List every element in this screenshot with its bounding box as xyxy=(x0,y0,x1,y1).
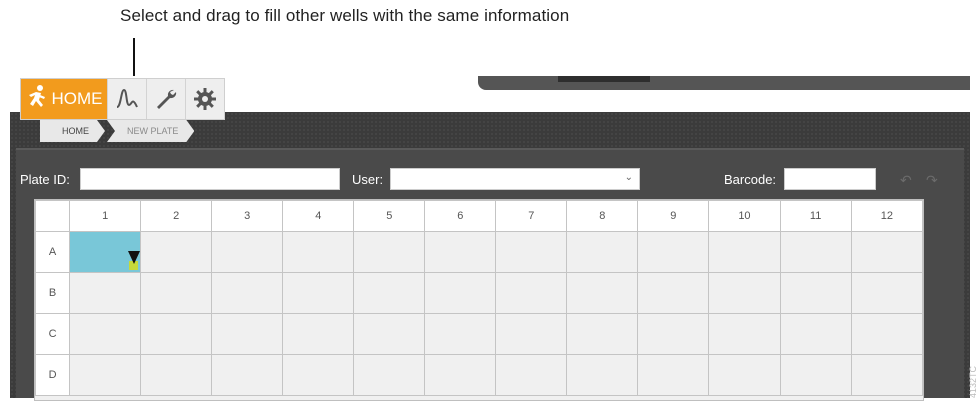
plate-header-row: 1 2 3 4 5 6 7 8 9 10 11 12 xyxy=(34,200,924,232)
column-header[interactable]: 7 xyxy=(495,200,568,232)
well[interactable] xyxy=(353,231,426,273)
well[interactable] xyxy=(495,272,568,314)
well[interactable] xyxy=(495,354,568,396)
plate-row-b: B xyxy=(34,272,924,314)
well[interactable] xyxy=(779,313,852,355)
well[interactable] xyxy=(495,231,568,273)
well[interactable] xyxy=(282,231,355,273)
well[interactable] xyxy=(424,313,497,355)
well[interactable] xyxy=(282,354,355,396)
well[interactable] xyxy=(495,313,568,355)
well[interactable] xyxy=(353,354,426,396)
home-button-label: HOME xyxy=(51,89,103,108)
well[interactable] xyxy=(353,272,426,314)
plate-id-label: Plate ID: xyxy=(20,172,70,187)
well[interactable] xyxy=(850,231,924,273)
row-header[interactable]: D xyxy=(34,354,71,396)
plate-grid: 1 2 3 4 5 6 7 8 9 10 11 12 A B C D xyxy=(34,199,924,401)
well[interactable] xyxy=(779,272,852,314)
row-header[interactable]: B xyxy=(34,272,71,314)
well[interactable] xyxy=(69,272,142,314)
well[interactable] xyxy=(424,272,497,314)
chevron-down-icon: ⌄ xyxy=(624,172,633,183)
plate-info-row: Plate ID: User: ⌄ Barcode: ↶ ↷ xyxy=(16,168,964,192)
gear-icon xyxy=(193,87,217,111)
barcode-input[interactable] xyxy=(784,168,876,190)
well[interactable] xyxy=(850,313,924,355)
well[interactable] xyxy=(140,231,213,273)
well[interactable] xyxy=(69,313,142,355)
row-header[interactable]: A xyxy=(34,231,71,273)
well[interactable] xyxy=(566,354,639,396)
well[interactable] xyxy=(708,313,781,355)
well[interactable] xyxy=(708,272,781,314)
well[interactable] xyxy=(140,313,213,355)
row-header[interactable]: C xyxy=(34,313,71,355)
column-header[interactable]: 8 xyxy=(566,200,639,232)
column-header[interactable]: 2 xyxy=(140,200,213,232)
well[interactable] xyxy=(708,231,781,273)
well[interactable] xyxy=(282,313,355,355)
user-select[interactable]: ⌄ xyxy=(390,168,640,190)
breadcrumb-home[interactable]: HOME xyxy=(40,120,105,142)
well[interactable] xyxy=(140,272,213,314)
well[interactable] xyxy=(637,313,710,355)
barcode-label: Barcode: xyxy=(724,172,777,187)
well[interactable] xyxy=(566,313,639,355)
plate-corner-cell xyxy=(34,200,71,232)
column-header[interactable]: 12 xyxy=(850,200,924,232)
well[interactable] xyxy=(282,272,355,314)
runner-icon xyxy=(26,84,48,115)
well[interactable] xyxy=(637,354,710,396)
well[interactable] xyxy=(211,231,284,273)
breadcrumb: HOME NEW PLATE xyxy=(40,120,196,142)
column-header[interactable]: 9 xyxy=(637,200,710,232)
well[interactable] xyxy=(353,313,426,355)
well[interactable] xyxy=(566,272,639,314)
well[interactable] xyxy=(424,231,497,273)
column-header[interactable]: 11 xyxy=(779,200,852,232)
well[interactable] xyxy=(566,231,639,273)
well[interactable] xyxy=(779,354,852,396)
column-header[interactable]: 6 xyxy=(424,200,497,232)
well[interactable] xyxy=(850,272,924,314)
settings-button[interactable] xyxy=(185,79,224,119)
column-header[interactable]: 10 xyxy=(708,200,781,232)
well[interactable] xyxy=(211,354,284,396)
main-toolbar: HOME xyxy=(20,78,225,120)
breadcrumb-new-plate[interactable]: NEW PLATE xyxy=(107,120,194,142)
undo-icon[interactable]: ↶ xyxy=(900,172,912,189)
well[interactable] xyxy=(637,272,710,314)
redo-icon[interactable]: ↷ xyxy=(926,172,938,189)
well[interactable] xyxy=(637,231,710,273)
well[interactable] xyxy=(211,272,284,314)
plate-row-a: A xyxy=(34,231,924,273)
plate-row-d: D xyxy=(34,354,924,396)
well[interactable] xyxy=(708,354,781,396)
plate-row-c: C xyxy=(34,313,924,355)
well[interactable] xyxy=(779,231,852,273)
analysis-button[interactable] xyxy=(107,79,146,119)
tools-button[interactable] xyxy=(146,79,185,119)
home-button[interactable]: HOME xyxy=(21,79,107,119)
well[interactable] xyxy=(140,354,213,396)
callout-text: Select and drag to fill other wells with… xyxy=(120,6,570,25)
column-header[interactable]: 3 xyxy=(211,200,284,232)
well[interactable] xyxy=(211,313,284,355)
figure-id: 4132TC xyxy=(968,365,978,398)
top-scroll-rail[interactable] xyxy=(478,76,970,90)
column-header[interactable]: 5 xyxy=(353,200,426,232)
well[interactable] xyxy=(850,354,924,396)
plate-id-input[interactable] xyxy=(80,168,340,190)
column-header[interactable]: 4 xyxy=(282,200,355,232)
chart-curve-icon xyxy=(115,87,139,111)
column-header[interactable]: 1 xyxy=(69,200,142,232)
wrench-icon xyxy=(154,87,178,111)
well[interactable] xyxy=(424,354,497,396)
user-label: User: xyxy=(352,172,384,187)
plate-table: 1 2 3 4 5 6 7 8 9 10 11 12 A B C D xyxy=(34,200,924,396)
callout-arrow-head xyxy=(128,251,140,264)
well[interactable] xyxy=(69,354,142,396)
top-scroll-thumb[interactable] xyxy=(558,76,650,82)
